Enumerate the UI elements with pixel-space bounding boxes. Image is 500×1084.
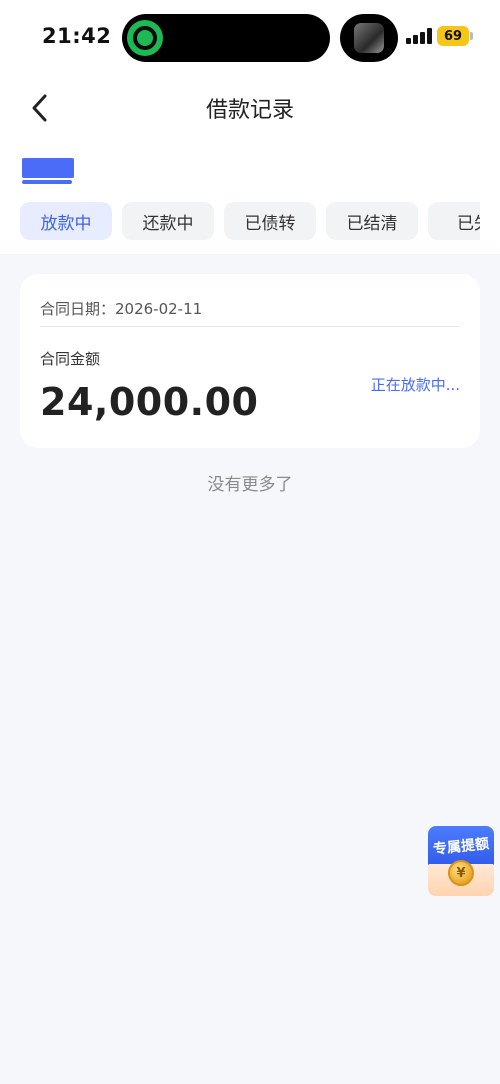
media-thumbnail[interactable] xyxy=(340,14,398,62)
no-more-text: 没有更多了 xyxy=(207,475,293,495)
tab-repaying[interactable]: 还款中 xyxy=(122,202,214,240)
contract-date: 合同日期：2026-02-11 xyxy=(40,300,203,318)
dynamic-island[interactable] xyxy=(122,14,330,62)
filter-strip: 放款中 还款中 已债转 已结清 已失 xyxy=(0,140,500,254)
battery-icon: 69 xyxy=(437,26,469,46)
credit-boost-badge[interactable]: 专属提额 ¥ xyxy=(428,826,494,896)
badge-label: 专属提额 xyxy=(432,836,490,858)
status-tabs: 放款中 还款中 已债转 已结清 已失 xyxy=(20,202,480,242)
tab-transferred[interactable]: 已债转 xyxy=(224,202,316,240)
amount-label: 合同金额 xyxy=(40,350,101,368)
music-app-icon xyxy=(127,20,163,56)
battery-tip xyxy=(470,32,473,40)
card-divider xyxy=(40,326,460,327)
status-time: 21:42 xyxy=(42,24,112,48)
brand-underline xyxy=(22,180,72,184)
brand-logo xyxy=(22,158,74,178)
loan-card[interactable]: 合同日期：2026-02-11 合同金额 24,000.00 正在放款中... xyxy=(20,274,480,448)
tab-settled[interactable]: 已结清 xyxy=(326,202,418,240)
coin-icon: ¥ xyxy=(448,860,474,886)
tab-lending[interactable]: 放款中 xyxy=(20,202,112,240)
page-title: 借款记录 xyxy=(205,98,294,123)
album-art-icon xyxy=(354,23,384,53)
amount-value: 24,000.00 xyxy=(40,380,259,424)
loan-records-page: 21:42 69 借款记录 放款中 还款中 已债转 已结清 已 合同日期：202… xyxy=(0,0,500,1084)
nav-header: 借款记录 xyxy=(0,76,500,140)
loan-status: 正在放款中... xyxy=(370,376,460,394)
tab-failed[interactable]: 已失 xyxy=(428,202,480,240)
battery-level: 69 xyxy=(443,28,463,44)
signal-icon xyxy=(406,28,432,44)
status-bar: 21:42 69 xyxy=(0,0,500,76)
